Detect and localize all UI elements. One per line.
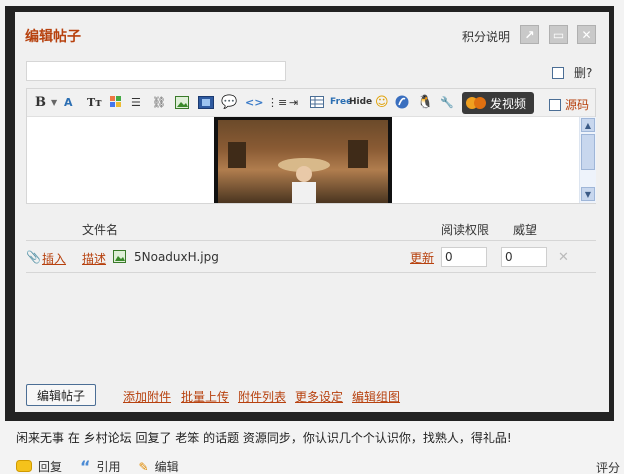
align-icon[interactable]: ☰ xyxy=(131,94,141,110)
font-size-icon[interactable]: Tт xyxy=(87,94,102,110)
post-video-button[interactable]: 发视频 xyxy=(462,92,534,114)
reply-icon xyxy=(16,459,32,472)
color-grid-icon[interactable] xyxy=(110,94,122,110)
attachment-header: 文件名 阅读权限 威望 xyxy=(26,218,596,241)
table-icon[interactable] xyxy=(310,94,324,110)
credits-link[interactable]: 积分说明 xyxy=(462,28,510,45)
scroll-thumb[interactable] xyxy=(581,134,595,170)
video-logo-icon-2 xyxy=(474,97,486,109)
attachment-list-link[interactable]: 附件列表 xyxy=(238,388,286,405)
embedded-photo xyxy=(214,117,392,203)
edit-post-dialog: 编辑帖子 积分说明 ↗ ▭ ✕ 删? B ▼ A Tт ☰ ⛓ 💬 <> ⋮≡ xyxy=(15,12,609,412)
ordered-list-icon[interactable]: ⋮≡ xyxy=(267,94,287,110)
rich-text-editor: B ▼ A Tт ☰ ⛓ 💬 <> ⋮≡ ⇥ Free Hide ☺ 🐧 🔧 发… xyxy=(26,88,596,204)
reply-label: 回复 xyxy=(38,460,63,474)
batch-upload-link[interactable]: 批量上传 xyxy=(181,388,229,405)
close-icon[interactable]: ✕ xyxy=(577,25,596,44)
scroll-up-icon[interactable]: ▲ xyxy=(581,118,595,132)
source-mode-option: 源码 xyxy=(549,96,589,113)
hide-icon[interactable]: Hide xyxy=(349,94,372,110)
smiley-icon[interactable]: ☺ xyxy=(375,94,389,110)
qq-icon[interactable]: 🐧 xyxy=(417,94,433,110)
dialog-title: 编辑帖子 xyxy=(25,29,81,45)
attachment-row: 📎 插入 描述 5NoaduxH.jpg 更新 0 0 ✕ xyxy=(26,244,596,273)
quote-icon[interactable]: 💬 xyxy=(221,94,237,110)
more-settings-link[interactable]: 更多设定 xyxy=(295,388,343,405)
dropdown-arrow-icon[interactable]: ▼ xyxy=(51,94,57,110)
indent-icon[interactable]: ⇥ xyxy=(289,94,298,110)
embedded-photo-content xyxy=(218,120,388,203)
reply-action[interactable]: 回复 xyxy=(16,458,62,475)
image-file-icon xyxy=(113,250,126,263)
price-input[interactable]: 0 xyxy=(501,247,547,267)
describe-link[interactable]: 描述 xyxy=(82,250,106,267)
rating-link[interactable]: 评分 xyxy=(596,459,620,476)
image-icon[interactable] xyxy=(175,94,189,110)
read-permission-header: 阅读权限 xyxy=(441,223,490,237)
quote-mark-icon: “ xyxy=(80,457,91,476)
media-icon[interactable] xyxy=(198,94,214,110)
pencil-icon: ✎ xyxy=(138,459,149,474)
editor-toolbar: B ▼ A Tт ☰ ⛓ 💬 <> ⋮≡ ⇥ Free Hide ☺ 🐧 🔧 发… xyxy=(27,89,595,117)
font-color-icon[interactable]: A xyxy=(64,94,73,110)
editor-scrollbar[interactable]: ▲ ▼ xyxy=(579,117,596,203)
dialog-footer: 编辑帖子 添加附件 批量上传 附件列表 更多设定 编辑组图 xyxy=(26,384,596,408)
add-attachment-link[interactable]: 添加附件 xyxy=(123,388,171,405)
activity-status-line: 闲来无事 在 乡村论坛 回复了 老笨 的话题 资源同步，你认识几个个认识你，找熟… xyxy=(16,431,512,445)
subject-input[interactable] xyxy=(26,61,286,81)
flash-icon[interactable] xyxy=(395,94,409,110)
link-icon[interactable]: ⛓ xyxy=(152,94,166,110)
remove-attachment-icon[interactable]: ✕ xyxy=(558,250,569,265)
maximize-icon[interactable]: ▭ xyxy=(549,25,568,44)
source-mode-label: 源码 xyxy=(565,98,590,112)
source-mode-checkbox[interactable] xyxy=(549,98,561,111)
delete-option: 删? xyxy=(552,64,592,81)
edit-label: 编辑 xyxy=(154,460,179,474)
update-link[interactable]: 更新 xyxy=(410,249,434,266)
read-permission-input[interactable]: 0 xyxy=(441,247,487,267)
price-header: 威望 xyxy=(513,223,538,237)
filename-header: 文件名 xyxy=(82,223,119,237)
popout-icon[interactable]: ↗ xyxy=(520,25,539,44)
paperclip-icon: 📎 xyxy=(26,250,41,264)
tool-icon[interactable]: 🔧 xyxy=(440,94,454,110)
scroll-down-icon[interactable]: ▼ xyxy=(581,187,595,201)
attachment-filename: 5NoaduxH.jpg xyxy=(134,250,219,264)
submit-edit-button[interactable]: 编辑帖子 xyxy=(26,384,96,406)
bold-icon[interactable]: B xyxy=(35,94,46,110)
code-icon[interactable]: <> xyxy=(245,94,263,110)
quote-label: 引用 xyxy=(96,460,121,474)
edit-gallery-link[interactable]: 编辑组图 xyxy=(352,388,400,405)
delete-label: 删? xyxy=(574,66,593,80)
delete-checkbox[interactable] xyxy=(552,66,564,79)
post-video-label: 发视频 xyxy=(490,96,527,111)
edit-action[interactable]: ✎ 编辑 xyxy=(139,458,179,475)
editor-content-area[interactable] xyxy=(27,117,579,203)
post-actions: 回复 “ 引用 ✎ 编辑 xyxy=(16,457,197,476)
insert-link[interactable]: 插入 xyxy=(42,250,66,267)
quote-action[interactable]: “ 引用 xyxy=(80,457,121,476)
